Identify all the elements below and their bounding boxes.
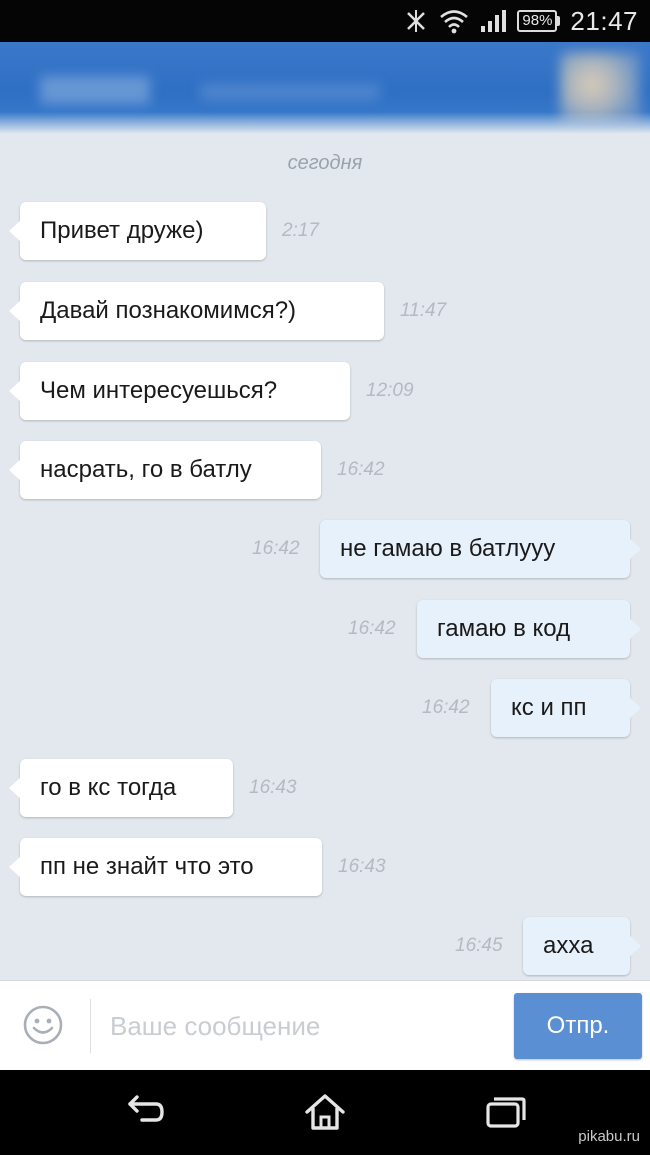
watermark: pikabu.ru [578,1128,640,1145]
smiley-icon[interactable] [22,1004,64,1046]
message-list[interactable]: сегодня Привет друже) 2:17 Давай познако… [0,134,650,980]
chat-header[interactable] [0,42,650,134]
message-time: 12:09 [366,380,414,401]
battery-level: 98% [517,10,558,32]
message-bubble: насрать, го в батлу [9,441,321,499]
status-icons: 98% 21:47 [403,6,638,36]
message-bubble: Привет друже) [9,202,266,260]
send-button[interactable]: Отпр. [514,993,642,1059]
back-icon[interactable] [122,1092,166,1132]
wifi-icon [440,10,469,34]
date-separator: сегодня [287,152,363,174]
status-bar: 98% 21:47 [0,0,650,42]
home-icon[interactable] [303,1092,347,1132]
clock: 21:47 [570,5,638,36]
message-input[interactable] [110,1001,500,1051]
message-time: 16:42 [348,618,396,639]
message-time: 16:42 [252,538,300,559]
battery-icon: 98% [517,10,561,32]
vibrate-icon [407,10,426,32]
message-outgoing[interactable]: 16:45 ахха [0,917,650,975]
message-incoming[interactable]: Привет друже) 2:17 [0,202,650,260]
message-time: 11:47 [400,300,447,321]
message-bubble: Давай познакомимся?) [9,282,384,340]
message-incoming[interactable]: Чем интересуешься? 12:09 [0,362,650,420]
system-nav-bar: pikabu.ru [0,1070,650,1155]
message-bubble: гамаю в код [417,600,641,658]
message-outgoing[interactable]: 16:42 не гамаю в батлууу [0,520,650,578]
message-incoming[interactable]: пп не знайт что это 16:43 [0,838,650,896]
message-time: 16:43 [249,777,297,798]
message-bubble: не гамаю в батлууу [320,520,641,578]
message-time: 16:43 [338,856,386,877]
message-incoming[interactable]: го в кс тогда 16:43 [0,759,650,817]
message-time: 2:17 [282,220,319,241]
message-incoming[interactable]: насрать, го в батлу 16:42 [0,441,650,499]
message-bubble: го в кс тогда [9,759,233,817]
message-incoming[interactable]: Давай познакомимся?) 11:47 [0,282,650,340]
message-bubble: пп не знайт что это [9,838,322,896]
message-bubble: кс и пп [491,679,641,737]
message-outgoing[interactable]: 16:42 кс и пп [0,679,650,737]
message-time: 16:45 [455,935,503,956]
signal-icon [481,10,507,32]
message-bubble: ахха [523,917,641,975]
recent-apps-icon[interactable] [484,1092,528,1132]
message-outgoing[interactable]: 16:42 гамаю в код [0,600,650,658]
message-bubble: Чем интересуешься? [9,362,350,420]
message-time: 16:42 [337,459,385,480]
message-composer: Отпр. [0,980,650,1070]
composer-divider [90,999,91,1053]
message-time: 16:42 [422,697,470,718]
